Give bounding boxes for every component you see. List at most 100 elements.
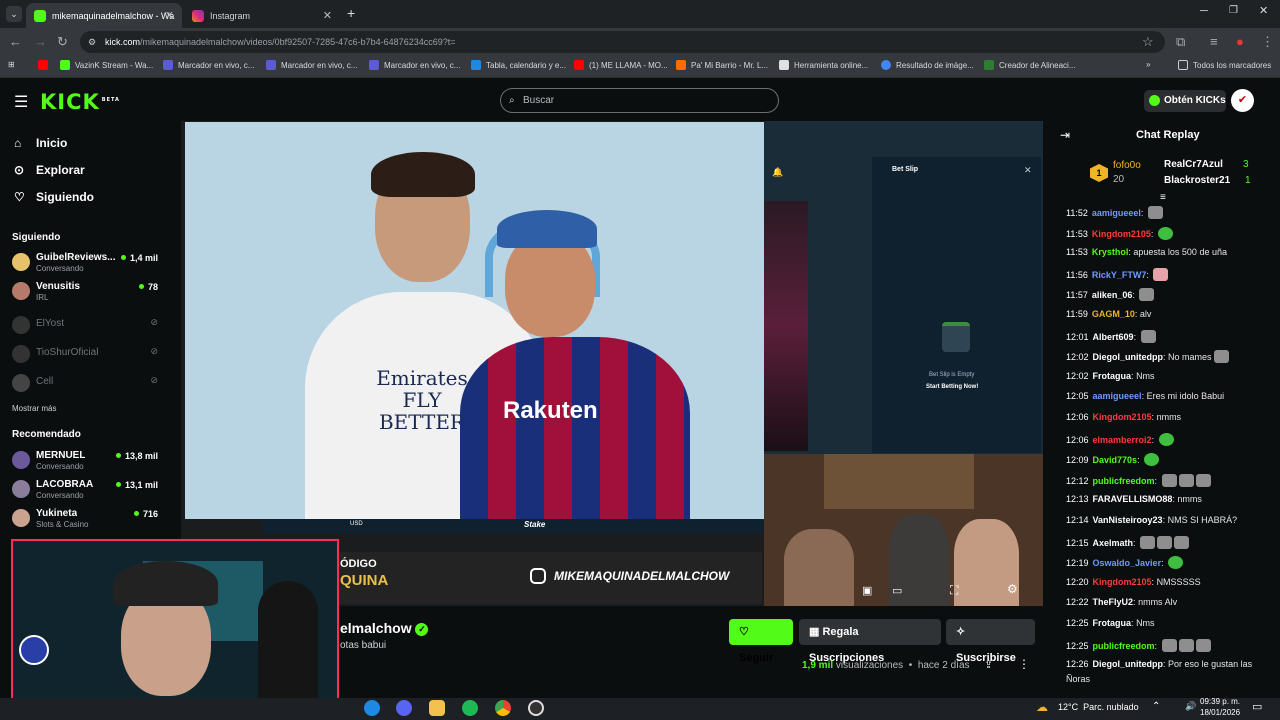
url-path: /mikemaquinadelmalchow/videos/0bf92507-7… — [140, 37, 456, 47]
bookmark-item[interactable]: Marcador en vivo, c... — [369, 60, 460, 70]
message-username[interactable]: aliken_06 — [1092, 290, 1133, 300]
more-bookmarks-icon[interactable]: » — [1146, 60, 1150, 69]
message-username[interactable]: aamigueeel — [1093, 391, 1142, 401]
pip-icon[interactable]: ▣ — [862, 584, 872, 597]
hamburger-menu-icon[interactable]: ☰ — [14, 92, 28, 112]
emote-icon — [1195, 639, 1211, 652]
back-icon[interactable]: ← — [9, 34, 22, 49]
user-avatar[interactable]: ✔ — [1231, 89, 1254, 112]
bookmark-item[interactable]: Creador de Alineaci... — [984, 60, 1076, 70]
discord-icon[interactable] — [396, 700, 412, 716]
message-username[interactable]: elmamberroi2 — [1093, 435, 1152, 445]
extensions-icon[interactable]: ⧉ — [1176, 34, 1185, 50]
search-input[interactable]: ⌕ Buscar — [500, 88, 779, 113]
message-username[interactable]: Diegol_unitedpp — [1093, 659, 1164, 669]
close-tab-icon[interactable]: ✕ — [165, 9, 174, 22]
message-username[interactable]: Albert609 — [1093, 332, 1134, 342]
restore-icon[interactable]: ❐ — [1229, 5, 1238, 16]
message-username[interactable]: Frotagua — [1093, 618, 1132, 628]
bookmark-item[interactable]: (1) ME LLAMA - MO... — [574, 60, 668, 70]
message-username[interactable]: Kingdom2105 — [1093, 577, 1152, 587]
stake-slot-strip — [764, 201, 808, 451]
subscribe-button[interactable]: ✧ Suscribirse — [946, 619, 1035, 664]
all-bookmarks[interactable]: Todos los marcadores — [1178, 60, 1271, 70]
recommended-channel[interactable]: LACOBRAA Conversando 13,1 mil — [12, 477, 162, 503]
message-username[interactable]: RickY_FTW7 — [1092, 270, 1147, 280]
file-explorer-icon[interactable] — [429, 700, 445, 716]
sidebar-item-inicio[interactable]: ⌂ Inicio — [14, 136, 67, 150]
message-username[interactable]: David770s — [1093, 455, 1138, 465]
message-username[interactable]: Frotagua — [1093, 371, 1132, 381]
bookmark-item[interactable]: Pa' Mi Barrio - Mr. L... — [676, 60, 768, 70]
recommended-channel[interactable]: Yukineta Slots & Casino 716 — [12, 506, 162, 532]
obs-icon[interactable] — [528, 700, 544, 716]
tray-up-icon[interactable]: ⌃ — [1152, 701, 1160, 712]
bookmark-item[interactable]: Tabla, calendario y e... — [471, 60, 566, 70]
message-username[interactable]: Kingdom2105 — [1092, 229, 1151, 239]
profile-icon[interactable]: ● — [1236, 34, 1244, 49]
message-username[interactable]: Oswaldo_Javier — [1093, 558, 1162, 568]
close-window-icon[interactable]: ✕ — [1259, 4, 1268, 17]
notifications-icon[interactable]: ▭ — [1252, 700, 1262, 713]
collapse-chat-icon[interactable]: ⇥ — [1060, 128, 1070, 142]
spotify-icon[interactable] — [462, 700, 478, 716]
edge-icon[interactable] — [364, 700, 380, 716]
tab-kick[interactable]: mikemaquinadelmalchow - Wa ✕ — [26, 3, 182, 28]
follow-button[interactable]: ♡ Seguir — [729, 619, 793, 664]
reload-icon[interactable]: ↻ — [57, 34, 68, 50]
bookmark-item[interactable]: VazinK Stream - Wa... — [60, 60, 153, 70]
site-info-icon[interactable]: ⚙ — [88, 31, 96, 53]
message-username[interactable]: publicfreedom — [1093, 641, 1155, 651]
menu-icon[interactable]: ⋮ — [1261, 34, 1274, 50]
message-username[interactable]: publicfreedom — [1093, 476, 1155, 486]
gift-subs-button[interactable]: ▦ Regala Suscripciones — [799, 619, 941, 664]
message-separator: : — [1151, 435, 1157, 445]
following-channel[interactable]: Venusitis IRL 78 — [12, 279, 162, 305]
following-channel[interactable]: GuibelReviews... Conversando 1,4 mil — [12, 250, 162, 276]
message-username[interactable]: aamigueeel — [1092, 208, 1141, 218]
sidebar-item-siguiendo[interactable]: ♡ Siguiendo — [14, 190, 94, 204]
bookmark-item[interactable]: Marcador en vivo, c... — [163, 60, 254, 70]
forward-icon[interactable]: → — [34, 34, 47, 49]
message-username[interactable]: FARAVELLISMO88 — [1093, 494, 1173, 504]
apps-icon[interactable]: ⊞ — [8, 60, 15, 69]
sidebar-item-explorar[interactable]: ⊙ Explorar — [14, 163, 85, 177]
bookmark-star-icon[interactable]: ☆ — [1142, 34, 1154, 50]
fullscreen-icon[interactable]: ⛶ — [950, 583, 958, 598]
media-icon[interactable]: ≡ — [1210, 34, 1218, 49]
message-username[interactable]: TheFlyU2 — [1093, 597, 1134, 607]
following-channel[interactable]: TioShurOficial ⊘ — [12, 342, 162, 368]
following-channel[interactable]: Cell ⊘ — [12, 371, 162, 397]
message-username[interactable]: Kingdom2105 — [1093, 412, 1152, 422]
weather-widget[interactable]: 12°C Parc. nublado — [1058, 702, 1139, 712]
theater-icon[interactable]: ▭ — [892, 584, 902, 597]
url-field[interactable]: ⚙ kick.com/mikemaquinadelmalchow/videos/… — [80, 31, 1165, 53]
message-username[interactable]: GAGM_10 — [1092, 309, 1135, 319]
bookmark-item[interactable]: Marcador en vivo, c... — [266, 60, 357, 70]
taskbar-clock[interactable]: 09:39 p. m. 18/01/2026 — [1200, 696, 1240, 718]
pinned-filter-icon[interactable]: ≡ — [1160, 192, 1166, 203]
volume-icon[interactable]: 🔊 — [1185, 701, 1196, 712]
bookmark-item[interactable]: Resultado de imáge... — [881, 60, 974, 70]
settings-icon[interactable]: ⚙ — [1007, 582, 1018, 596]
chrome-icon[interactable] — [495, 700, 511, 716]
tab-search-icon[interactable]: ⌄ — [6, 6, 22, 22]
bookmark-item[interactable]: Herramienta online... — [779, 60, 868, 70]
following-channel[interactable]: ElYost ⊘ — [12, 313, 162, 339]
message-username[interactable]: Krysthol — [1092, 247, 1129, 257]
message-username[interactable]: Diegol_unitedpp — [1093, 352, 1164, 362]
recommended-channel[interactable]: MERNUEL Conversando 13,8 mil — [12, 448, 162, 474]
kick-logo[interactable]: KICK BETA — [40, 90, 120, 114]
close-tab-icon[interactable]: ✕ — [323, 9, 332, 22]
channel-name[interactable]: elmalchow ✓ — [340, 620, 429, 636]
tab-instagram[interactable]: Instagram ✕ — [184, 3, 340, 28]
message-username[interactable]: Axelmath — [1093, 538, 1134, 548]
new-tab-icon[interactable]: + — [347, 5, 355, 21]
more-options-icon[interactable]: ⋮ — [1018, 657, 1030, 671]
bookmark-youtube-icon[interactable] — [38, 60, 53, 70]
message-username[interactable]: VanNisteirooy23 — [1093, 515, 1163, 525]
get-kicks-button[interactable]: Obtén KICKs — [1144, 90, 1226, 112]
minimize-icon[interactable]: ─ — [1200, 5, 1208, 17]
share-icon[interactable]: ⇪ — [984, 658, 993, 671]
show-more-link[interactable]: Mostrar más — [12, 404, 56, 413]
